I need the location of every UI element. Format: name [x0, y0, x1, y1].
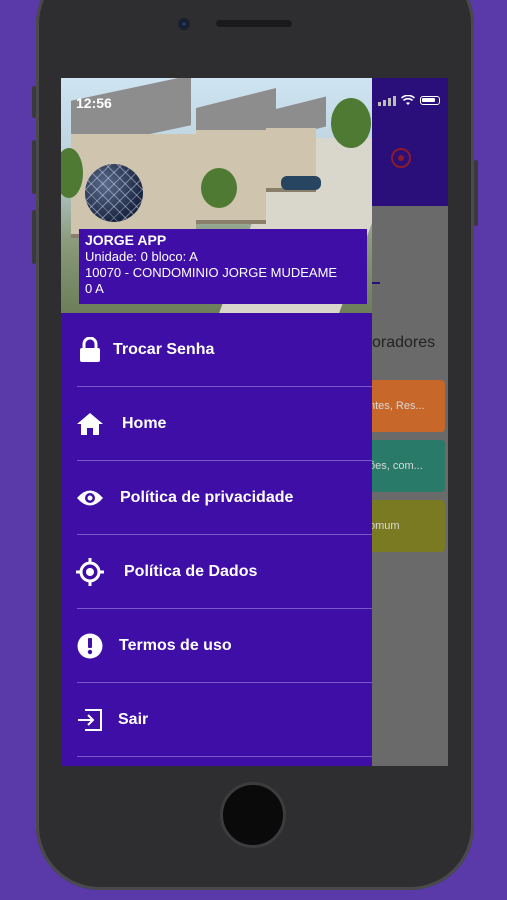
menu-label: Política de privacidade	[120, 489, 294, 506]
front-camera	[178, 18, 190, 30]
drawer-menu: Trocar Senha Home Política de privacidad…	[61, 313, 372, 757]
card-label: omum	[369, 520, 400, 532]
header-image-tree	[201, 168, 237, 208]
menu-label: Sair	[118, 711, 149, 728]
menu-item-politica-privacidade[interactable]: Política de privacidade	[61, 461, 372, 535]
menu-item-politica-dados[interactable]: Política de Dados	[61, 535, 372, 609]
card-label: ntes, Res...	[369, 400, 425, 412]
power-button	[474, 160, 478, 226]
alert-icon	[76, 632, 104, 660]
header-image-car	[281, 176, 321, 190]
app-name: JORGE APP	[85, 232, 167, 248]
status-indicators	[378, 95, 440, 106]
menu-label: Trocar Senha	[113, 341, 215, 358]
status-time: 12:56	[76, 95, 112, 111]
home-icon	[76, 410, 104, 438]
volume-button	[32, 86, 36, 118]
divider	[77, 756, 372, 757]
eye-icon	[76, 484, 104, 512]
service-card[interactable]: ntes, Res...	[363, 380, 445, 432]
volume-button	[32, 140, 36, 194]
menu-item-trocar-senha[interactable]: Trocar Senha	[61, 313, 372, 387]
condo-info-continued: 0 A	[85, 281, 104, 296]
menu-item-home[interactable]: Home	[61, 387, 372, 461]
unit-info: Unidade: 0 bloco: A	[85, 249, 198, 264]
condo-info: 10070 - CONDOMINIO JORGE MUDEAME	[85, 265, 338, 280]
header-image-tree	[331, 98, 371, 148]
target-icon[interactable]	[391, 148, 411, 168]
wifi-icon	[401, 95, 415, 105]
battery-icon	[420, 96, 440, 105]
menu-item-sair[interactable]: Sair	[61, 683, 372, 757]
user-info-box: JORGE APP Unidade: 0 bloco: A 10070 - CO…	[79, 229, 367, 304]
menu-item-termos-uso[interactable]: Termos de uso	[61, 609, 372, 683]
cellular-signal-icon	[378, 95, 396, 106]
section-title: oradores	[372, 334, 436, 351]
crosshair-icon	[76, 558, 104, 586]
logout-icon	[76, 706, 104, 734]
app-logo	[85, 164, 143, 222]
earpiece-speaker	[216, 20, 292, 27]
drawer-header: 12:56 JORGE APP Unidade: 0 bloco: A 1007…	[61, 78, 372, 313]
navigation-drawer: 12:56 JORGE APP Unidade: 0 bloco: A 1007…	[61, 78, 372, 766]
service-card[interactable]: omum	[363, 500, 445, 552]
tab-indicator	[372, 282, 380, 284]
menu-label: Política de Dados	[124, 563, 258, 580]
phone-screen: oradores ntes, Res... ões, com... omum 1…	[61, 78, 448, 766]
card-label: ões, com...	[369, 460, 423, 472]
lock-icon	[76, 336, 104, 364]
menu-label: Home	[122, 415, 167, 432]
service-card[interactable]: ões, com...	[363, 440, 445, 492]
home-button[interactable]	[220, 782, 286, 848]
menu-label: Termos de uso	[119, 637, 232, 654]
volume-button	[32, 210, 36, 264]
